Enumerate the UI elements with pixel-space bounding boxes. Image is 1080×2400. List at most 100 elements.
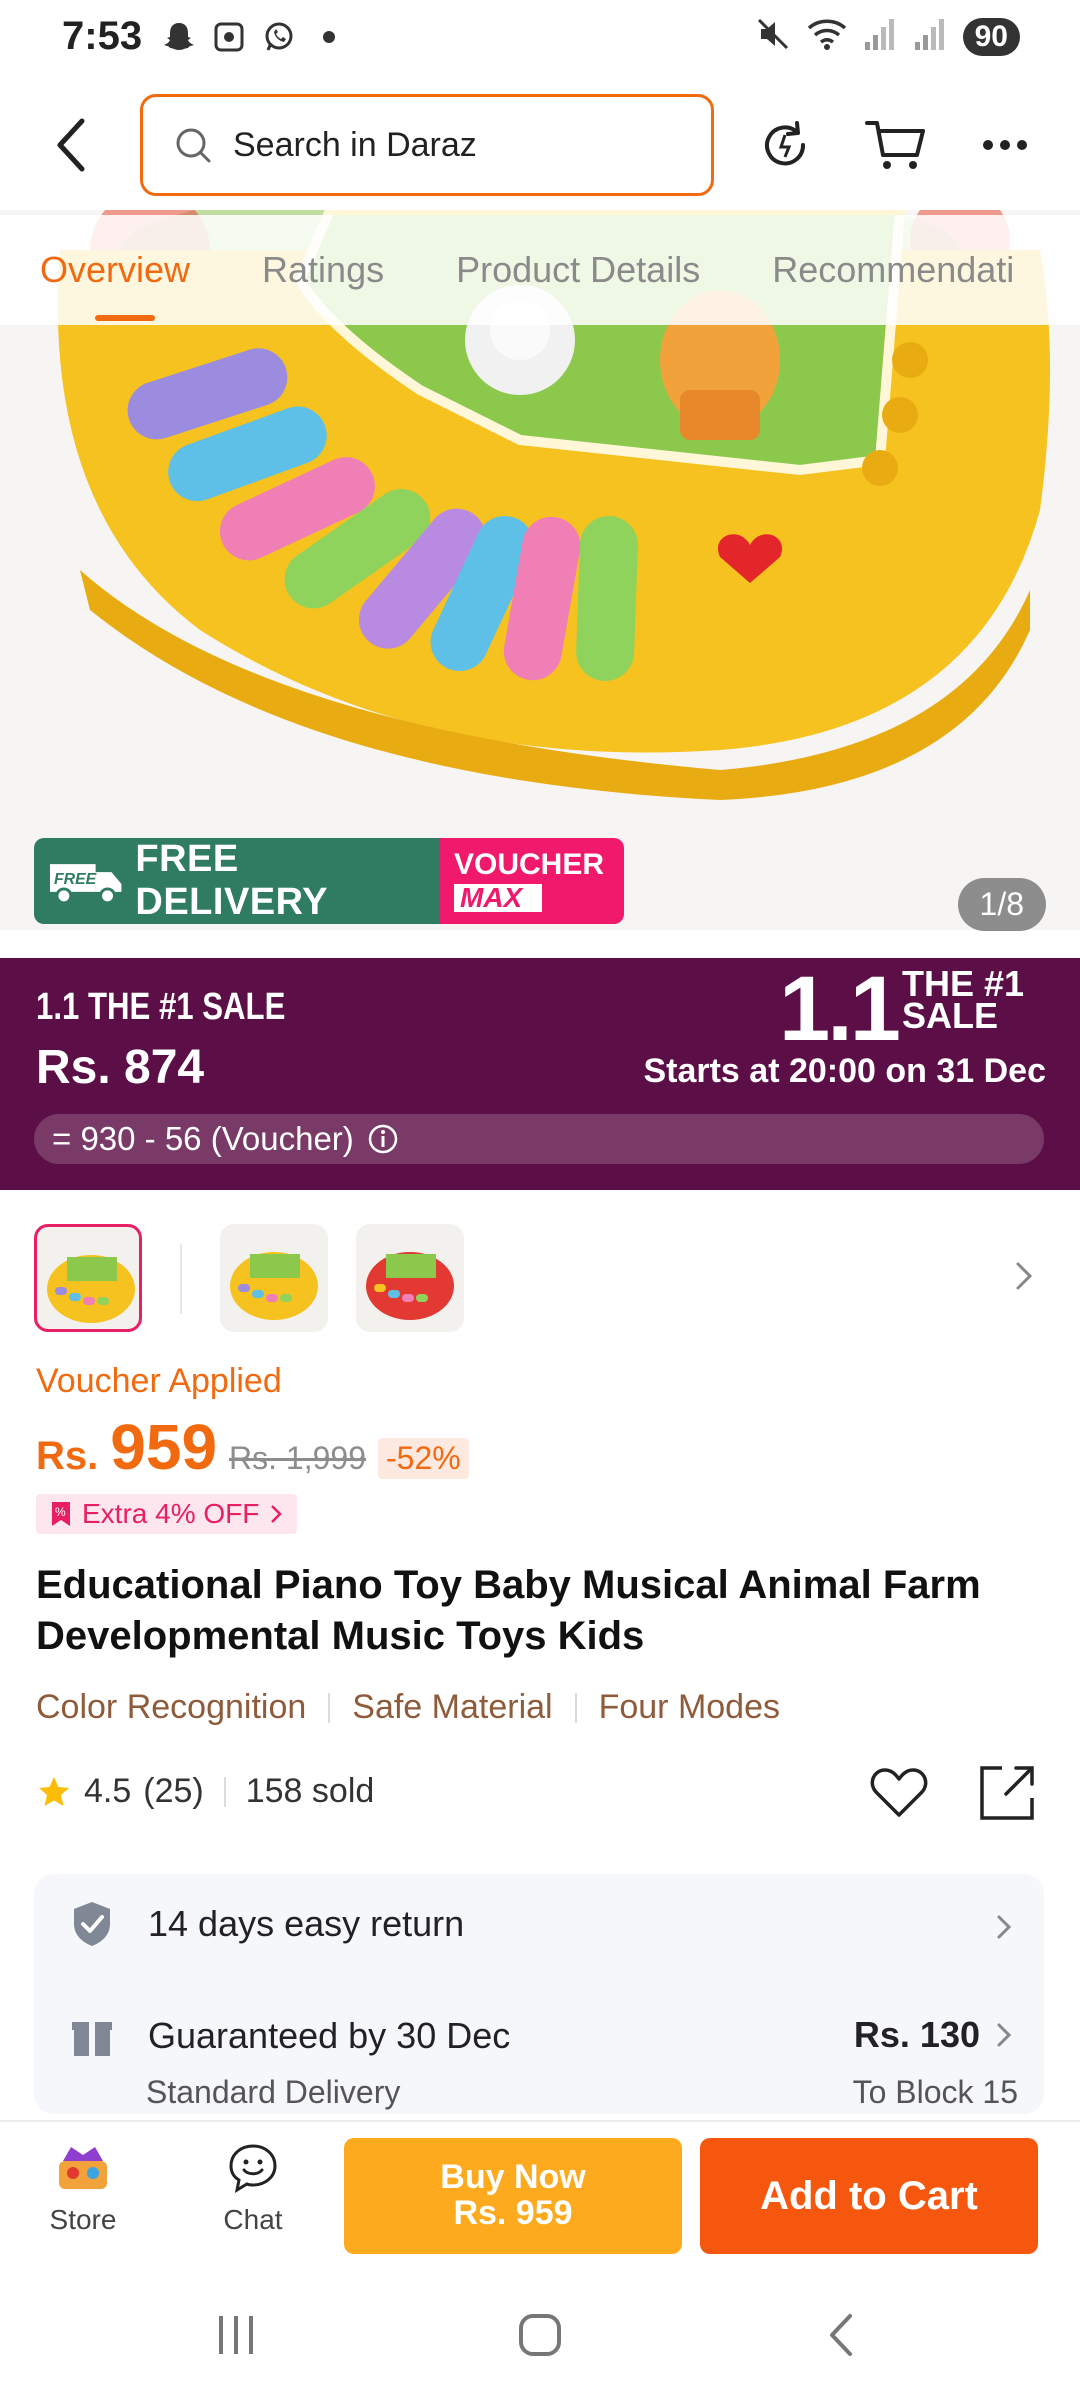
store-icon [59,2147,107,2189]
thumbnail-3[interactable] [356,1224,464,1332]
image-counter: 1/8 [957,878,1046,931]
sale-price: Rs. 874 [36,1041,205,1094]
chevron-right-icon [997,1915,1012,1939]
chat-icon [229,2144,277,2194]
store-button[interactable]: Store [28,2138,138,2236]
sale-banner[interactable]: 1.1 THE #1 SALE Rs. 874 Starts at 20:00 … [0,958,1080,1190]
chevron-right-icon [271,1505,283,1523]
voucher-label: VOUCHER [454,848,605,881]
thumbnail-1[interactable] [34,1224,142,1332]
snapchat-icon [160,18,198,56]
screenshot-icon [210,18,248,56]
delivery-info-card: 14 days easy return Guaranteed by 30 Dec… [34,1874,1044,2114]
extra-off-chip[interactable]: % Extra 4% OFF [36,1494,298,1534]
thumbnails-more-button[interactable] [1012,1256,1036,1301]
recents-button[interactable] [196,2300,276,2370]
product-title: Educational Piano Toy Baby Musical Anima… [36,1563,981,1659]
feature-tag: Four Modes [598,1688,780,1726]
top-nav: Search in Daraz [0,80,1080,210]
tab-product-details[interactable]: Product Details [456,249,700,291]
search-input[interactable]: Search in Daraz [140,94,714,196]
voucher-breakdown[interactable]: = 930 - 56 (Voucher) [34,1114,1044,1164]
share-icon [980,1766,1034,1820]
info-icon [368,1124,398,1154]
svg-text:FREE: FREE [54,871,97,888]
delivery-row[interactable]: Guaranteed by 30 Dec [70,2014,510,2058]
notification-icons [160,18,348,56]
dot-icon [310,18,348,56]
tab-overview[interactable]: Overview [40,249,190,321]
price-row: Rs. 959 Rs. 1,999 -52% [36,1410,469,1484]
thumbnail-divider [180,1244,182,1314]
search-placeholder: Search in Daraz [233,125,477,164]
whatsapp-icon [260,18,298,56]
free-delivery-text: FREE DELIVERY [135,838,329,923]
delivery-guarantee-text: Guaranteed by 30 Dec [148,2015,511,2056]
more-button[interactable] [970,110,1040,180]
price-currency: Rs. [36,1434,99,1478]
share-button[interactable] [976,1762,1038,1829]
wifi-icon [805,16,849,57]
signal-icon-2 [913,16,949,57]
return-chevron [994,1910,1014,1949]
status-time: 7:53 [62,14,143,58]
feature-tag: Color Recognition [36,1688,307,1726]
chevron-right-icon [1016,1262,1033,1290]
delivery-truck-icon: FREE [49,864,122,905]
back-icon [830,2314,852,2356]
refresh-icon [765,121,806,166]
history-button[interactable] [750,110,820,180]
system-back-button[interactable] [802,2300,882,2370]
delivery-method: Standard Delivery [146,2074,401,2110]
chevron-left-icon [57,118,85,172]
review-count: (25) [143,1772,204,1810]
home-button[interactable] [500,2300,580,2370]
delivery-fee[interactable]: Rs. 130 [854,2014,1014,2056]
chat-button[interactable]: Chat [198,2138,308,2236]
search-icon [176,128,211,163]
delivery-location: To Block 15 [852,2074,1018,2110]
voucher-max-badge: VOUCHER MAX [440,838,624,924]
sold-count: 158 sold [245,1772,375,1810]
promo-banner: FREE FREE DELIVERY VOUCHER MAX [34,838,624,924]
svg-text:%: % [55,1505,66,1519]
extra-off-label: Extra 4% OFF [82,1498,260,1529]
feature-tags: Color Recognition Safe Material Four Mod… [36,1688,780,1727]
chat-label: Chat [223,2204,283,2235]
divider [223,1776,226,1807]
rating-row[interactable]: 4.5 (25) 158 sold [36,1772,374,1811]
rating-value: 4.5 [84,1772,132,1810]
tab-recommendations[interactable]: Recommendati [772,249,1014,291]
bottom-action-bar: Store Chat Buy Now Rs. 959 Add to Cart [0,2120,1080,2270]
thumbnail-2[interactable] [220,1224,328,1332]
buy-now-price: Rs. 959 [453,2194,573,2232]
mute-icon [755,16,791,57]
wishlist-button[interactable] [868,1762,930,1829]
voucher-applied-label: Voucher Applied [36,1362,282,1400]
recents-icon [219,2316,253,2354]
signal-icon [863,16,899,57]
section-tabs: Overview Ratings Product Details Recomme… [0,215,1080,325]
status-bar: 7:53 90 [0,0,1080,80]
add-to-cart-button[interactable]: Add to Cart [700,2138,1038,2254]
system-navigation-bar [0,2270,1080,2400]
discount-badge: -52% [378,1438,469,1479]
cart-button[interactable] [860,110,930,180]
heart-icon [870,1768,928,1817]
buy-now-button[interactable]: Buy Now Rs. 959 [344,2138,682,2254]
buy-now-label: Buy Now [440,2158,586,2197]
feature-tag: Safe Material [352,1688,553,1726]
thumbnail-strip [0,1218,1080,1338]
cart-icon [865,121,925,169]
chevron-right-icon [997,2023,1012,2047]
back-button[interactable] [40,110,100,180]
star-icon [39,1776,69,1806]
sale-title: 1.1 THE #1 SALE [36,986,286,1028]
tab-ratings[interactable]: Ratings [262,249,384,291]
shield-check-icon [74,1902,110,1946]
return-policy-row[interactable]: 14 days easy return [70,1900,464,1948]
return-policy-text: 14 days easy return [148,1903,465,1944]
price-value: 959 [110,1411,218,1483]
free-delivery-badge: FREE FREE DELIVERY [34,838,440,924]
divider [328,1692,331,1723]
